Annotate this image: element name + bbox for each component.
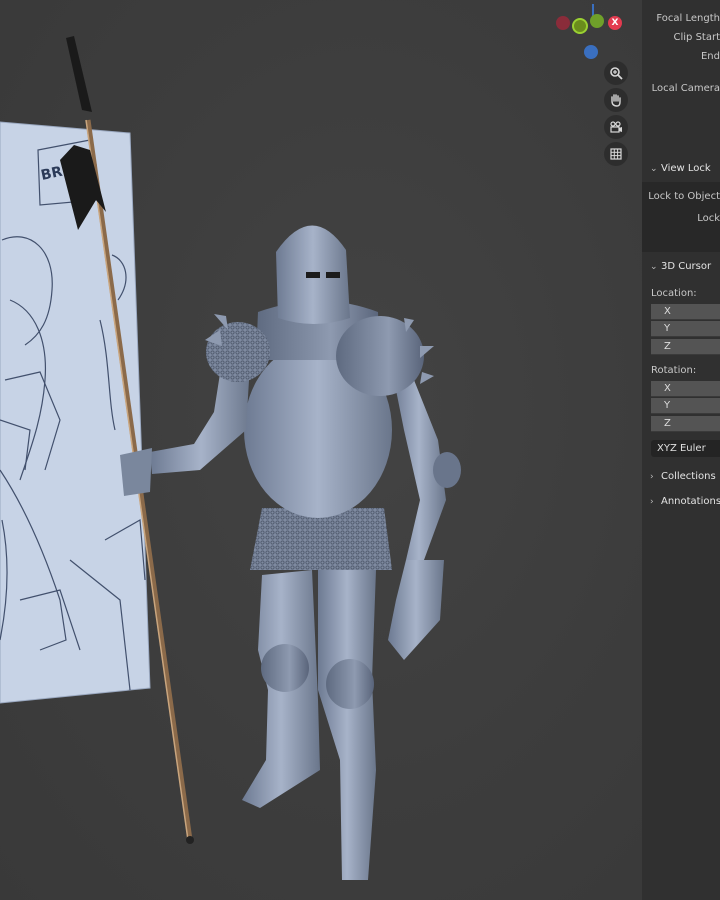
location-x-field[interactable]: X xyxy=(651,304,720,320)
sidebar-panel: Focal Length Clip Start End Local Camera… xyxy=(642,0,720,900)
clip-end-label: End xyxy=(700,51,720,62)
location-z-field[interactable]: Z xyxy=(651,339,720,355)
x-negative-axis-dot[interactable] xyxy=(556,16,570,30)
x-axis-dot[interactable]: X xyxy=(608,16,622,30)
collections-title: Collections xyxy=(661,471,716,482)
rotation-z-field[interactable]: Z xyxy=(651,416,720,432)
grid-icon[interactable] xyxy=(604,142,628,166)
view-lock-section-header[interactable]: ⌄ View Lock xyxy=(650,163,711,174)
y-negative-axis-dot[interactable] xyxy=(572,18,588,34)
3d-viewport[interactable]: BRICKS xyxy=(0,0,720,900)
view-lock-title: View Lock xyxy=(661,163,711,174)
focal-length-label: Focal Length xyxy=(656,13,720,24)
3d-cursor-title: 3D Cursor xyxy=(661,261,712,272)
z-negative-axis-dot[interactable] xyxy=(584,45,598,59)
location-label: Location: xyxy=(651,288,697,299)
annotations-section-header[interactable]: › Annotations xyxy=(650,496,720,507)
view-lock-box: Lock to Object Lock xyxy=(642,182,720,252)
rotation-mode-select[interactable]: XYZ Euler xyxy=(651,440,720,457)
chevron-right-icon: › xyxy=(650,497,654,507)
camera-icon[interactable] xyxy=(604,115,628,139)
rotation-x-field[interactable]: X xyxy=(651,381,720,397)
hand-pan-icon[interactable] xyxy=(604,88,628,112)
zoom-icon[interactable] xyxy=(604,61,628,85)
navigation-gizmo[interactable]: X xyxy=(552,4,632,64)
rotation-y-field[interactable]: Y xyxy=(651,398,720,414)
lock-label: Lock xyxy=(697,213,720,224)
location-y-field[interactable]: Y xyxy=(651,321,720,337)
chevron-right-icon: › xyxy=(650,472,654,482)
annotations-title: Annotations xyxy=(661,496,720,507)
chevron-down-icon: ⌄ xyxy=(650,164,658,174)
collections-section-header[interactable]: › Collections xyxy=(650,471,716,482)
knight-model xyxy=(120,225,461,880)
y-axis-dot[interactable] xyxy=(590,14,604,28)
rotation-label: Rotation: xyxy=(651,365,697,376)
3d-cursor-section-header[interactable]: ⌄ 3D Cursor xyxy=(650,261,711,272)
chevron-down-icon: ⌄ xyxy=(650,262,658,272)
clip-start-label: Clip Start xyxy=(673,32,720,43)
lock-to-object-label: Lock to Object xyxy=(648,191,720,202)
local-camera-label: Local Camera xyxy=(651,83,720,94)
